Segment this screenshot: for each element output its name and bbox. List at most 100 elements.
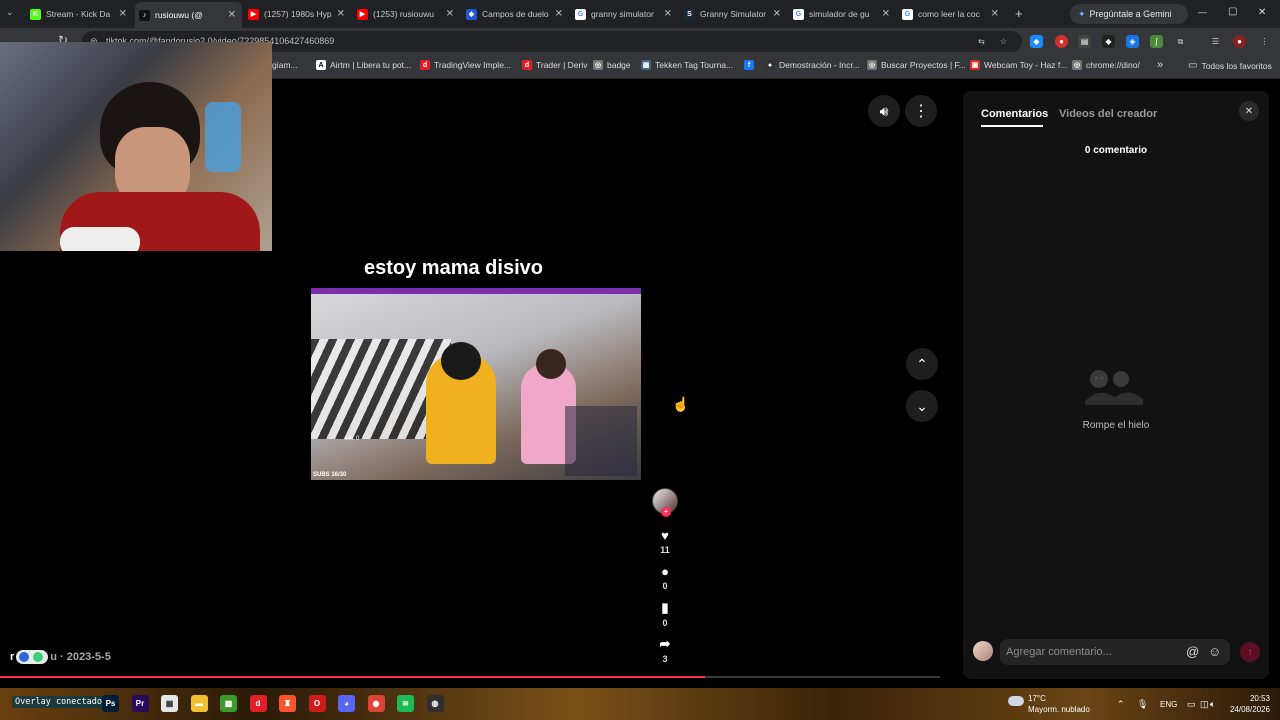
tab-close-icon[interactable]: ✕ bbox=[555, 9, 563, 20]
brave-icon[interactable]: ♜ bbox=[279, 695, 296, 712]
deriv-icon[interactable]: d bbox=[249, 695, 267, 712]
ps-icon[interactable]: Ps bbox=[102, 695, 119, 712]
browser-tab[interactable]: ♪ rusiouwu (@ ✕ bbox=[135, 2, 242, 28]
premiere-icon[interactable]: Pr bbox=[131, 695, 149, 712]
overlay-status-text: Overlay conectado. bbox=[12, 696, 111, 708]
bookmark-favicon-icon: ● bbox=[765, 60, 775, 70]
tab-search-icon[interactable]: ☰ bbox=[1209, 35, 1222, 48]
close-icon[interactable]: ✕ bbox=[1239, 101, 1259, 121]
menu-kebab-icon[interactable]: ⋮ bbox=[1258, 35, 1271, 48]
bookmark-item[interactable]: f bbox=[744, 60, 758, 70]
profile-avatar[interactable]: ● bbox=[1233, 35, 1246, 48]
bookmark-item[interactable]: ◎ chrome://dino/ bbox=[1072, 60, 1140, 70]
bookmark-item[interactable]: ◎ Buscar Proyectos | F... bbox=[867, 60, 966, 70]
next-video-button[interactable]: ⌄ bbox=[906, 390, 938, 422]
display-icon[interactable]: ▭ bbox=[1187, 699, 1196, 710]
clock[interactable]: 20:53 24/08/2026 bbox=[1224, 693, 1270, 715]
browser-tab[interactable]: Gcomo leer la coc ✕ bbox=[898, 4, 1005, 24]
tab-close-icon[interactable]: ✕ bbox=[337, 9, 345, 20]
send-comment-button[interactable]: ↑ bbox=[1240, 642, 1260, 662]
bookmark-favicon-icon: f bbox=[744, 60, 754, 70]
spotify-icon[interactable]: ≋ bbox=[397, 695, 414, 712]
bookmark-item[interactable]: ◎ badge bbox=[593, 60, 631, 70]
bookmark-item[interactable]: ● Demostración - Incr... bbox=[765, 60, 860, 70]
all-bookmarks-folder[interactable]: ▭ Todos los favoritos bbox=[1188, 60, 1272, 71]
author-line[interactable]: r u · 2023-5-5 bbox=[10, 650, 111, 664]
browser-tab[interactable]: ▶ (1257) 1980s Hyp ✕ bbox=[244, 4, 351, 24]
browser-tab[interactable]: ◆ Campos de duelo ✕ bbox=[462, 4, 569, 24]
extension-6-icon[interactable]: ∫ bbox=[1150, 35, 1163, 48]
tray-expand-icon[interactable]: ⌃ bbox=[1117, 699, 1125, 710]
maximize-button[interactable]: ▢ bbox=[1228, 6, 1237, 17]
bookmarks-more-button[interactable]: » bbox=[1157, 59, 1163, 71]
browser-tab[interactable]: S Granny Simulator ✕ bbox=[680, 4, 787, 24]
browser-tab[interactable]: Ggranny simulator ✕ bbox=[571, 4, 678, 24]
more-options-button[interactable]: ⋮ bbox=[905, 95, 937, 127]
author-badge-overlay bbox=[16, 650, 49, 664]
volume-button[interactable]: 🔊︎ bbox=[868, 95, 900, 127]
extension-2-icon[interactable]: ● bbox=[1055, 35, 1068, 48]
bookmark-item[interactable]: d Trader | Deriv bbox=[522, 60, 588, 70]
chrome-icon[interactable]: ◉ bbox=[367, 695, 385, 712]
tab-comments[interactable]: Comentarios bbox=[981, 108, 1048, 127]
tab-search-button[interactable]: ⌄ bbox=[6, 7, 14, 18]
calendar-icon[interactable]: ▦ bbox=[161, 695, 178, 712]
obs-icon[interactable]: ◍ bbox=[426, 695, 444, 712]
minimize-button[interactable]: — bbox=[1198, 7, 1207, 17]
browser-tab[interactable]: ▶ (1253) rusiouwu ✕ bbox=[353, 4, 460, 24]
previous-video-button[interactable]: ⌃ bbox=[906, 348, 938, 380]
close-window-button[interactable]: ✕ bbox=[1258, 7, 1266, 18]
discord-icon[interactable]: ◕ bbox=[338, 695, 355, 712]
speaker-icon[interactable]: 🔈︎ bbox=[1210, 699, 1215, 710]
like-button[interactable]: ♥ 11 bbox=[652, 528, 678, 555]
bookmark-label: badge bbox=[607, 60, 631, 70]
bookmark-item[interactable]: giam... bbox=[272, 60, 298, 70]
opera-icon[interactable]: O bbox=[308, 695, 326, 712]
tab-close-icon[interactable]: ✕ bbox=[882, 9, 890, 20]
emoji-icon[interactable]: ☺ bbox=[1208, 644, 1221, 659]
bookmark-item[interactable]: A Airtm | Libera tu pot... bbox=[316, 60, 411, 70]
tab-favicon-icon: G bbox=[902, 8, 913, 20]
tab-close-icon[interactable]: ✕ bbox=[773, 9, 781, 20]
bookmark-star-icon[interactable]: ☆ bbox=[997, 35, 1010, 48]
tab-close-icon[interactable]: ✕ bbox=[664, 9, 672, 20]
folder-icon[interactable]: ▬ bbox=[190, 695, 208, 712]
share-button[interactable]: ➦ 3 bbox=[652, 636, 678, 664]
tab-title: simulador de gu bbox=[809, 9, 870, 19]
extension-3-icon[interactable]: ▤ bbox=[1078, 35, 1091, 48]
bookmark-item[interactable]: ▦ Tekken Tag Tourna... bbox=[641, 60, 733, 70]
extensions-puzzle-icon[interactable]: ⧉ bbox=[1174, 35, 1187, 48]
video-progress-bar[interactable] bbox=[0, 676, 940, 678]
tab-close-icon[interactable]: ✕ bbox=[991, 9, 999, 20]
video-player[interactable]: Lvl. 0 SUBS 16/30 bbox=[311, 288, 641, 480]
browser-tab[interactable]: Gsimulador de gu ✕ bbox=[789, 4, 896, 24]
save-button[interactable]: ▮ 0 bbox=[652, 600, 678, 628]
bookmark-label: Buscar Proyectos | F... bbox=[881, 60, 966, 70]
comment-button[interactable]: ● 0 bbox=[652, 564, 678, 591]
language-indicator[interactable]: ENG bbox=[1160, 700, 1177, 709]
follow-plus-icon[interactable]: + bbox=[661, 507, 671, 517]
mention-icon[interactable]: @ bbox=[1186, 644, 1199, 659]
tab-creator-videos[interactable]: Videos del creador bbox=[1059, 108, 1157, 120]
extension-5-icon[interactable]: ◈ bbox=[1126, 35, 1139, 48]
empty-comments-illustration-icon bbox=[1085, 370, 1143, 405]
tab-close-icon[interactable]: ✕ bbox=[119, 9, 127, 20]
tab-close-icon[interactable]: ✕ bbox=[228, 10, 236, 21]
weather-widget[interactable]: 17°C Mayorm. nublado bbox=[1008, 693, 1090, 715]
gemini-button[interactable]: ✦ Pregúntale a Gemini bbox=[1070, 4, 1188, 24]
network-icon[interactable]: ◫ bbox=[1200, 699, 1209, 710]
extension-4-icon[interactable]: ◆ bbox=[1102, 35, 1115, 48]
comment-count-label: 0 comentario bbox=[1084, 145, 1148, 156]
creator-avatar[interactable]: + bbox=[652, 488, 678, 517]
bookmark-item[interactable]: ▣ Webcam Toy - Haz f... bbox=[970, 60, 1067, 70]
new-tab-button[interactable]: + bbox=[1015, 6, 1023, 21]
weather-desc: Mayorm. nublado bbox=[1028, 705, 1090, 714]
tab-close-icon[interactable]: ✕ bbox=[446, 9, 454, 20]
video-progress-fill bbox=[0, 676, 705, 678]
microphone-icon[interactable]: 🎙︎ bbox=[1137, 699, 1148, 710]
bookmark-item[interactable]: d TradingView Imple... bbox=[420, 60, 511, 70]
minecraft-icon[interactable]: ▩ bbox=[220, 695, 237, 712]
browser-tab[interactable]: K Stream - Kick Da ✕ bbox=[26, 4, 133, 24]
translate-icon[interactable]: ⇆ bbox=[975, 35, 988, 48]
extension-1-icon[interactable]: ◆ bbox=[1030, 35, 1043, 48]
